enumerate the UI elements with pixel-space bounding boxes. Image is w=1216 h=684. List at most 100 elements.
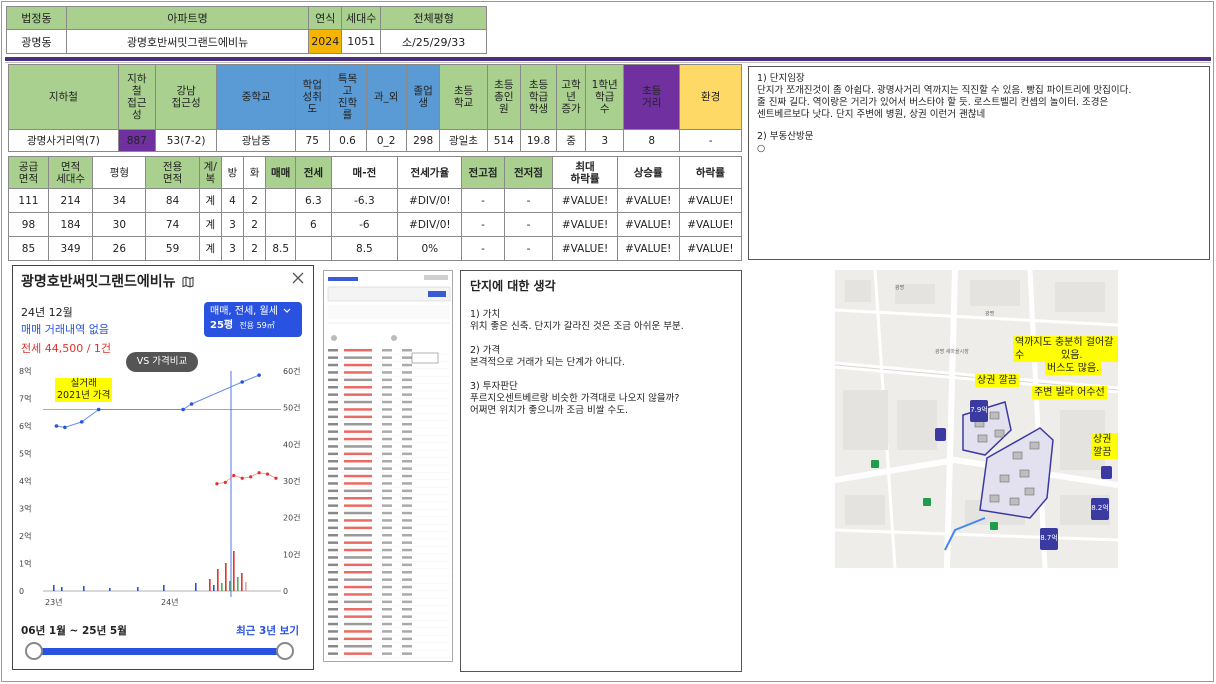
map-marker-1[interactable]: 7.9억	[970, 400, 988, 422]
header-val-dong: 광명동	[6, 29, 67, 54]
map-marker-2[interactable]: 8.7억	[1040, 528, 1058, 550]
summary-header-2: 강남 접근성	[154, 64, 218, 130]
tx-size	[402, 482, 412, 485]
tx-size	[402, 615, 412, 618]
map-note-commerce-2: 상권깔끔	[1091, 433, 1118, 459]
y-tick-right-3: 30건	[283, 476, 301, 486]
annotation-real-trade: 실거래 2021년 가격	[55, 378, 113, 402]
range-slider-track[interactable]	[35, 648, 291, 655]
units-cell: #VALUE!	[616, 188, 680, 213]
tx-date	[328, 630, 338, 633]
tx-floor	[382, 437, 392, 441]
tx-date	[328, 615, 338, 618]
tx-size	[402, 445, 412, 448]
tx-floor	[382, 349, 392, 352]
tx-floor	[382, 630, 392, 633]
tx-price	[344, 445, 372, 448]
tx-price	[344, 408, 372, 411]
tx-date	[328, 482, 338, 485]
tx-price	[344, 349, 372, 352]
tx-size	[402, 378, 412, 382]
tx-date	[328, 467, 338, 470]
range-slider-handle-start[interactable]	[25, 642, 43, 660]
tx-price	[344, 556, 372, 559]
recent-3yr-link[interactable]: 최근 3년 보기	[236, 623, 299, 638]
units-cell: 3	[220, 212, 245, 237]
sale-price-point-7	[257, 373, 261, 377]
tx-floor	[382, 497, 392, 500]
tx-price	[344, 630, 372, 633]
chart-jeonse-text: 전세 44,500 / 1건	[21, 342, 112, 355]
tx-price	[344, 363, 372, 367]
summary-value-13: 8	[623, 129, 681, 152]
tx-date	[328, 637, 338, 641]
units-header-9: 매-전	[330, 156, 399, 189]
tx-size	[402, 541, 412, 544]
tx-size	[402, 474, 412, 478]
tx-floor	[382, 400, 392, 404]
tx-size	[402, 504, 412, 507]
tx-tooltip	[411, 352, 439, 364]
summary-value-8: 광일초	[439, 129, 488, 152]
price-chart-panel: 광명호반써밋그랜드에비뉴 24년 12월 매매 거래내역 없음 전세 44,50…	[12, 265, 314, 670]
tx-price	[344, 489, 372, 493]
tx-size	[402, 408, 412, 411]
map-marker-8[interactable]	[990, 522, 998, 530]
jeonse-price-point-2	[232, 473, 236, 478]
tx-floor	[382, 489, 392, 493]
tx-date	[328, 593, 338, 596]
units-cell: 84	[145, 188, 200, 213]
section-divider-thin	[5, 62, 1211, 63]
map-marker-6[interactable]	[871, 460, 879, 468]
units-header-12: 전저점	[503, 156, 554, 189]
volume-bar-16	[245, 582, 247, 591]
summary-header-9: 초등 총인 원	[486, 64, 522, 130]
volume-bar-15	[241, 573, 243, 591]
close-icon[interactable]	[291, 271, 305, 285]
tx-size	[402, 437, 412, 441]
thoughts-text-3a: 푸르지오센트베르랑 비슷한 가격대로 나오지 않을까?	[470, 393, 680, 404]
map-label-3: 광명 새마을시장	[935, 349, 969, 355]
volume-bar-11	[225, 563, 227, 591]
y-tick-left-7: 1억	[19, 559, 31, 569]
tx-floor	[382, 534, 392, 537]
tx-size	[402, 652, 412, 655]
tx-floor	[382, 637, 392, 641]
map-marker-5[interactable]	[1101, 466, 1112, 479]
range-slider-handle-end[interactable]	[276, 642, 294, 660]
map-icon[interactable]	[182, 276, 194, 288]
section-divider	[5, 57, 1211, 61]
tx-date	[328, 585, 338, 589]
header-col-sizes: 전체평형	[380, 6, 487, 30]
volume-bar-5	[163, 585, 165, 591]
units-cell: #VALUE!	[552, 236, 618, 261]
summary-header-5: 특목 고 진학 률	[328, 64, 367, 130]
tx-floor	[382, 356, 392, 359]
y-tick-left-3: 5억	[19, 449, 31, 459]
y-tick-left-4: 4억	[19, 476, 31, 486]
tx-date	[328, 504, 338, 507]
map-panel[interactable]: 광명 광명 광명 새마을시장 7.9억 8.7억 8.2억 역까지도 충분히 걸…	[835, 270, 1118, 568]
map-marker-3[interactable]: 8.2억	[1091, 498, 1109, 520]
sale-price-point-4	[181, 407, 185, 412]
tx-price	[344, 541, 372, 544]
filter-button[interactable]: 매매, 전세, 월세 25평 전용 59㎡	[204, 302, 302, 337]
tx-price	[344, 497, 372, 500]
y-tick-right-1: 50건	[283, 403, 301, 413]
tx-size	[402, 386, 412, 389]
volume-bar-0	[53, 585, 55, 591]
map-marker-7[interactable]	[923, 498, 931, 506]
tx-size	[402, 363, 412, 367]
tx-price	[344, 519, 372, 522]
tx-price	[344, 645, 372, 648]
tx-price	[344, 423, 372, 426]
tx-floor	[382, 378, 392, 382]
tx-floor	[382, 593, 392, 596]
thoughts-title: 단지에 대한 생각	[470, 279, 556, 293]
tx-price	[344, 437, 372, 441]
sale-price-point-2	[79, 420, 84, 424]
thoughts-panel: 단지에 대한 생각 1) 가치 위치 좋은 신축. 단지가 갈라진 것은 조금 …	[460, 270, 742, 672]
units-cell	[265, 188, 297, 213]
tx-date	[328, 497, 338, 500]
map-marker-4[interactable]	[935, 428, 946, 441]
